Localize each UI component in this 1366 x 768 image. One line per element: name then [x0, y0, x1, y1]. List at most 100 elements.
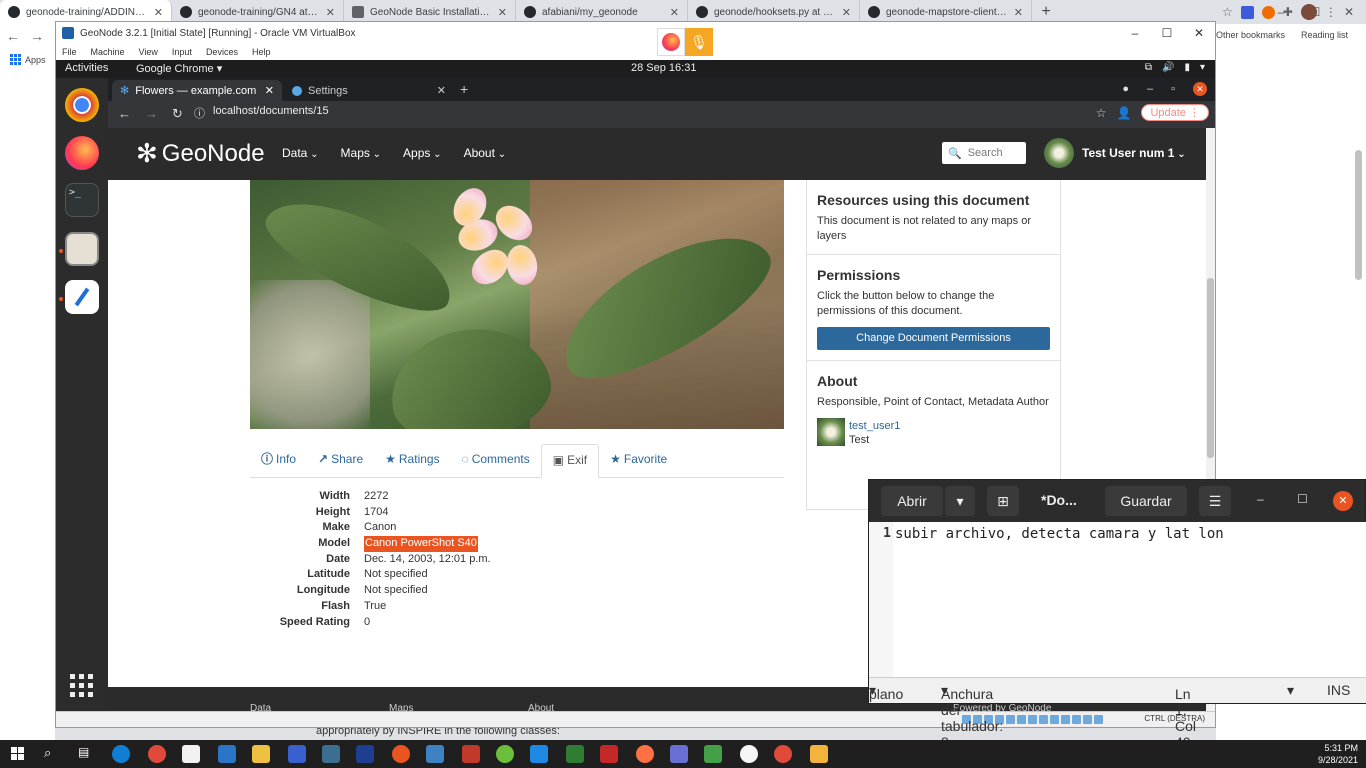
- forward-icon[interactable]: →: [145, 106, 158, 122]
- editor-line[interactable]: subir archivo, detecta camara y lat lon: [895, 526, 1224, 542]
- text-editor-icon[interactable]: [65, 280, 99, 314]
- filezilla-icon[interactable]: [600, 745, 618, 763]
- vbox-menu-item[interactable]: View: [139, 47, 158, 57]
- close-icon[interactable]: ✕: [326, 6, 335, 19]
- close-icon[interactable]: ✕: [154, 6, 163, 19]
- vbox-menu-item[interactable]: Help: [252, 47, 271, 57]
- edge-icon[interactable]: [112, 745, 130, 763]
- new-tab-button[interactable]: ⊞: [987, 486, 1019, 516]
- bookmark-star-icon[interactable]: ☆: [1222, 5, 1233, 19]
- virtualbox-icon[interactable]: [426, 745, 444, 763]
- app-icon[interactable]: [670, 745, 688, 763]
- firefox-icon[interactable]: [65, 136, 99, 170]
- powershell-icon[interactable]: [356, 745, 374, 763]
- forward-icon[interactable]: →: [30, 28, 44, 44]
- host-scrollbar[interactable]: [1355, 150, 1362, 280]
- windows-start-icon[interactable]: [11, 747, 24, 760]
- new-tab-button[interactable]: +: [460, 81, 468, 97]
- vbox-menu-item[interactable]: Devices: [206, 47, 238, 57]
- vscode-icon[interactable]: [530, 745, 548, 763]
- app-icon[interactable]: [462, 745, 480, 763]
- chrome-icon[interactable]: [774, 745, 792, 763]
- restore-icon[interactable]: ▫: [1171, 83, 1175, 95]
- nav-menu-item[interactable]: Data: [282, 146, 319, 160]
- nav-menu-item[interactable]: About: [464, 146, 507, 160]
- bookmark-star-icon[interactable]: ☆: [1096, 106, 1107, 120]
- back-icon[interactable]: ←: [6, 28, 20, 44]
- profile-avatar[interactable]: [1300, 4, 1317, 20]
- app-icon[interactable]: [740, 745, 758, 763]
- guest-tab-settings[interactable]: Settings ✕: [284, 80, 454, 101]
- nav-menu-item[interactable]: Apps: [403, 146, 442, 160]
- puzzle-icon[interactable]: ✚: [1283, 5, 1293, 19]
- chrome-icon[interactable]: [65, 88, 99, 122]
- close-icon[interactable]: ✕: [265, 84, 274, 97]
- notepad-icon[interactable]: [566, 745, 584, 763]
- tab-favorite[interactable]: ★ Favorite: [599, 444, 678, 477]
- close-icon[interactable]: ✕: [1193, 82, 1207, 96]
- qgis-icon[interactable]: [496, 745, 514, 763]
- app-icon[interactable]: [322, 745, 340, 763]
- system-tray[interactable]: ⧉ 🔊 ▮ ▾: [1145, 62, 1205, 73]
- chevron-down-icon[interactable]: ▾: [1287, 682, 1294, 699]
- show-applications-icon[interactable]: [70, 674, 93, 697]
- close-icon[interactable]: ✕: [670, 6, 679, 19]
- tab-width-dropdown[interactable]: Anchura del tabulador: 8 ▾: [941, 682, 1003, 750]
- maximize-icon[interactable]: ☐: [1151, 22, 1183, 44]
- vbox-menu-item[interactable]: Machine: [91, 47, 125, 57]
- extension-icon[interactable]: [1240, 5, 1254, 19]
- clock[interactable]: 28 Sep 16:31: [631, 62, 696, 74]
- minimize-icon[interactable]: –: [1119, 22, 1151, 44]
- tab-share[interactable]: ↗ Share: [307, 444, 374, 477]
- microphone-icon[interactable]: 🎙: [685, 28, 713, 56]
- back-icon[interactable]: ←: [118, 106, 131, 122]
- close-icon[interactable]: ✕: [437, 84, 446, 97]
- store-icon[interactable]: [182, 745, 200, 763]
- maximize-icon[interactable]: ☐: [1297, 492, 1308, 506]
- activities-button[interactable]: Activities: [65, 62, 108, 74]
- apps-bookmark[interactable]: Apps: [10, 54, 46, 65]
- profile-icon[interactable]: 👤: [1117, 106, 1132, 120]
- syntax-mode-dropdown[interactable]: plano ▾: [869, 682, 903, 702]
- close-icon[interactable]: ✕: [1332, 0, 1366, 24]
- files-icon[interactable]: [65, 232, 99, 266]
- reload-icon[interactable]: ↻: [172, 106, 183, 122]
- firefox-icon[interactable]: [657, 28, 685, 56]
- minimize-icon[interactable]: –: [1257, 492, 1264, 506]
- guest-tab-flowers[interactable]: ✻ Flowers — example.com ✕: [112, 80, 282, 101]
- other-bookmarks[interactable]: Other bookmarks: [1216, 30, 1285, 40]
- skype-icon[interactable]: [218, 745, 236, 763]
- user-menu[interactable]: Test User num 1: [1044, 138, 1186, 168]
- minimize-icon[interactable]: –: [1147, 83, 1153, 95]
- close-icon[interactable]: ✕: [1183, 22, 1215, 44]
- search-icon[interactable]: ⌕: [44, 745, 62, 763]
- editor-area[interactable]: 1 subir archivo, detecta camara y lat lo…: [869, 522, 1366, 677]
- update-button[interactable]: Update ⋮: [1141, 104, 1209, 121]
- app-icon[interactable]: [288, 745, 306, 763]
- vbox-menu-item[interactable]: File: [62, 47, 77, 57]
- tab-info[interactable]: ⓘ Info: [250, 444, 307, 477]
- reading-list[interactable]: Reading list: [1301, 30, 1348, 40]
- author-link[interactable]: test_user1: [849, 420, 900, 432]
- taskbar-clock[interactable]: 5:31 PM 9/28/2021: [1318, 742, 1358, 766]
- tab-exif[interactable]: ▣ Exif: [540, 444, 600, 478]
- hamburger-menu-icon[interactable]: ☰: [1199, 486, 1231, 516]
- app-icon[interactable]: [810, 745, 828, 763]
- chrome-icon[interactable]: [148, 745, 166, 763]
- app-icon[interactable]: [704, 745, 722, 763]
- ubuntu-icon[interactable]: [392, 745, 410, 763]
- app-icon[interactable]: [636, 745, 654, 763]
- terminal-icon[interactable]: >_: [65, 183, 99, 217]
- tab-search-icon[interactable]: ●: [1122, 83, 1129, 95]
- open-menu-button[interactable]: ▾: [945, 486, 975, 516]
- address-bar[interactable]: ⓘ localhost/documents/15: [194, 105, 329, 121]
- menu-dots-icon[interactable]: ⋮: [1325, 5, 1337, 19]
- close-icon[interactable]: ✕: [498, 6, 507, 19]
- geonode-logo[interactable]: ✻ GeoNode: [136, 138, 265, 169]
- vbox-menu-item[interactable]: Input: [172, 47, 192, 57]
- search-input[interactable]: 🔍 Search: [942, 142, 1026, 164]
- close-icon[interactable]: ✕: [1014, 6, 1023, 19]
- file-explorer-icon[interactable]: [252, 745, 270, 763]
- change-permissions-button[interactable]: Change Document Permissions: [817, 327, 1050, 350]
- tab-comments[interactable]: ◌ Comments: [451, 444, 541, 477]
